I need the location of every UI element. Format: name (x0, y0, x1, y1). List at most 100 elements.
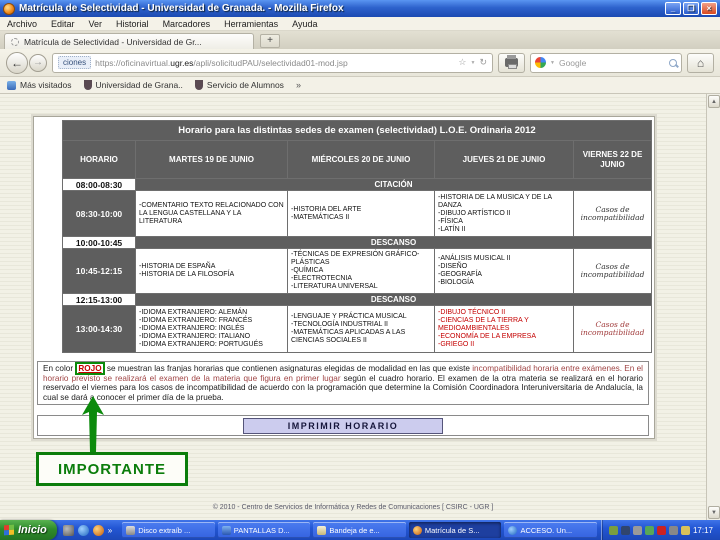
schedule-table: Horario para las distintas sedes de exam… (62, 120, 652, 353)
tray-icon-2[interactable] (620, 525, 630, 535)
start-label: Inicio (18, 524, 47, 536)
col-header-miercoles: MIÉRCOLES 20 DE JUNIO (287, 140, 435, 179)
task-pantallas[interactable]: PANTALLAS D... (217, 522, 311, 538)
print-button-row: IMPRIMIR HORARIO (37, 415, 649, 436)
menu-herramientas[interactable]: Herramientas (217, 18, 285, 30)
cell-miercoles-slot2: -TÉCNICAS DE EXPRESIÓN GRÁFICO-PLÁSTICAS… (287, 248, 435, 294)
menu-marcadores[interactable]: Marcadores (156, 18, 218, 30)
cell-viernes-slot3: Casos de incompatibilidad (573, 305, 652, 353)
bookmark-star-icon[interactable]: ☆ (458, 57, 466, 68)
url-bar[interactable]: ciones https://oficinavirtual.ugr.es/apl… (52, 52, 493, 73)
menu-ver[interactable]: Ver (82, 18, 110, 30)
menu-archivo[interactable]: Archivo (0, 18, 44, 30)
url-domain: ugr.es (170, 57, 194, 68)
green-arrow-annotation (82, 396, 104, 452)
tab-title: Matrícula de Selectividad - Universidad … (24, 36, 202, 47)
page-viewport: Horario para las distintas sedes de exam… (0, 94, 720, 520)
close-button[interactable]: × (701, 2, 717, 15)
bookmark-label: Universidad de Grana.. (95, 80, 183, 90)
search-magnifier-icon[interactable] (669, 58, 677, 67)
note-paragraph: En color ROJO se muestran las franjas ho… (37, 361, 649, 406)
band-descanso2: DESCANSO (135, 293, 652, 306)
col-header-martes: MARTES 19 DE JUNIO (135, 140, 288, 179)
scroll-down-icon[interactable]: ▼ (708, 506, 720, 519)
scroll-up-icon[interactable]: ▲ (708, 95, 720, 108)
cell-miercoles-slot3: -LENGUAJE Y PRÁCTICA MUSICAL -TECNOLOGÍA… (287, 305, 435, 353)
note-seg1: En color (43, 364, 76, 373)
quick-launch-bar: » (57, 520, 118, 540)
task-label: PANTALLAS D... (233, 525, 290, 535)
start-button[interactable]: Inicio (0, 520, 57, 540)
time-descanso2: 12:15-13:00 (62, 293, 136, 306)
drive-icon (126, 525, 136, 535)
cell-viernes-slot2: Casos de incompatibilidad (573, 248, 652, 294)
content-panel: Horario para las distintas sedes de exam… (33, 116, 655, 439)
firefox-icon (3, 2, 15, 15)
menu-historial[interactable]: Historial (109, 18, 156, 30)
cell-jueves-slot1: -HISTORIA DE LA MUSICA Y DE LA DANZA -DI… (434, 190, 574, 237)
cell-miercoles-slot1: -HISTORIA DEL ARTE -MATEMÁTICAS II (287, 190, 435, 237)
print-toolbar-button[interactable] (498, 52, 525, 73)
ugr-crest-icon (83, 80, 92, 90)
taskbar-clock: 17:17 (692, 525, 713, 535)
time-citacion: 08:00-08:30 (62, 178, 136, 191)
url-dropdown-icon[interactable]: ▼ (471, 60, 476, 66)
vertical-scrollbar[interactable]: ▲ ▼ (706, 94, 720, 520)
tab-loading-icon (11, 37, 19, 46)
forward-button[interactable]: → (29, 53, 47, 72)
tab-bar: Matrícula de Selectividad - Universidad … (0, 31, 720, 49)
home-button[interactable]: ⌂ (687, 52, 714, 73)
col-header-horario: HORARIO (62, 140, 136, 179)
restore-button[interactable]: ❐ (683, 2, 699, 15)
table-title: Horario para las distintas sedes de exam… (62, 120, 652, 141)
folder-icon (7, 80, 16, 90)
menu-ayuda[interactable]: Ayuda (285, 18, 324, 30)
task-acceso[interactable]: ACCESO. Un... (504, 522, 597, 538)
quicklaunch-icon-1[interactable] (62, 524, 74, 536)
tray-icon-3[interactable] (632, 525, 642, 535)
imprimir-horario-button[interactable]: IMPRIMIR HORARIO (243, 417, 443, 434)
col-header-viernes: VIERNES 22 DE JUNIO (573, 140, 652, 179)
document-icon (221, 525, 231, 535)
bookmark-universidad[interactable]: Universidad de Grana.. (83, 80, 183, 90)
site-identity-chip[interactable]: ciones (58, 56, 92, 69)
system-tray: 17:17 (600, 520, 720, 540)
bookmark-label: Servicio de Alumnos (206, 80, 284, 90)
search-input[interactable] (558, 57, 665, 68)
bookmark-mas-visitados[interactable]: Más visitados (7, 80, 72, 90)
back-button[interactable]: ← (6, 51, 28, 74)
bookmark-label: Más visitados (20, 80, 72, 90)
band-citacion: CITACIÓN (135, 178, 652, 191)
cell-jueves-slot2: -ANÁLISIS MUSICAL II -DISEÑO -GEOGRAFÍA … (434, 248, 574, 294)
importante-annotation: IMPORTANTE (36, 452, 188, 486)
tray-icon-1[interactable] (608, 525, 618, 535)
search-box[interactable]: ▼ (530, 52, 682, 73)
task-matricula-active[interactable]: Matrícula de S... (408, 522, 502, 538)
menu-editar[interactable]: Editar (44, 18, 82, 30)
firefox-quicklaunch-icon[interactable] (92, 524, 104, 536)
reload-icon[interactable]: ↻ (479, 57, 487, 68)
tray-icon-6[interactable] (668, 525, 678, 535)
cell-jueves-slot3: -DIBUJO TÉCNICO II -CIENCIAS DE LA TIERR… (434, 305, 574, 353)
page-footer: © 2010 - Centro de Servicios de Informát… (212, 504, 494, 511)
new-tab-button[interactable]: + (260, 34, 280, 48)
search-engine-dropdown-icon[interactable]: ▼ (550, 60, 555, 66)
ugr-crest-icon (194, 80, 203, 90)
tray-icon-4[interactable] (644, 525, 654, 535)
bookmark-servicio-alumnos[interactable]: Servicio de Alumnos (194, 80, 284, 90)
url-text: https://oficinavirtual.ugr.es/apli/solic… (95, 58, 454, 68)
bookmarks-overflow-chevron[interactable]: » (296, 80, 301, 90)
tray-icon-7[interactable] (680, 525, 690, 535)
tray-icon-5[interactable] (656, 525, 666, 535)
internet-explorer-icon[interactable] (77, 524, 89, 536)
quicklaunch-overflow-chevron[interactable]: » (108, 526, 112, 535)
cell-martes-slot1: -COMENTARIO TEXTO RELACIONADO CON LA LEN… (135, 190, 288, 237)
task-bandeja[interactable]: Bandeja de e... (313, 522, 406, 538)
minimize-button[interactable]: _ (665, 2, 681, 15)
task-label: ACCESO. Un... (520, 525, 573, 535)
cell-viernes-slot1: Casos de incompatibilidad (573, 190, 652, 237)
tab-matricula[interactable]: Matrícula de Selectividad - Universidad … (4, 33, 254, 49)
inbox-icon (317, 525, 327, 535)
url-path: /apli/solicitudPAU/selectividad01-mod.js… (193, 57, 348, 68)
task-disco-extraible[interactable]: Disco extraíb ... (122, 522, 215, 538)
